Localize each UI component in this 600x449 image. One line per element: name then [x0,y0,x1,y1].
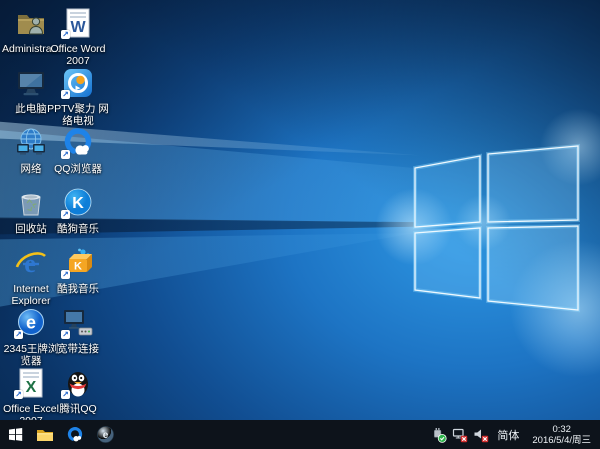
globe-e-icon: e [97,426,114,443]
system-tray: 简体 0:32 2016/5/4/周三 [430,420,600,449]
taskbar-clock[interactable]: 0:32 2016/5/4/周三 [527,424,596,446]
network-disconnected-icon[interactable] [451,426,468,443]
broadband-connection-icon: ↗ [61,306,95,340]
pptv-icon: ↗ [61,66,95,100]
network-icon [14,126,48,160]
svg-text:K: K [74,261,82,273]
clock-time: 0:32 [532,424,591,435]
kuwo-music-icon: K ↗ [61,246,95,280]
desktop-icon-label: 网络 [21,163,42,175]
shortcut-arrow-icon: ↗ [61,390,70,399]
svg-text:X: X [26,379,37,396]
desktop-icon-pptv[interactable]: ↗ PPTV聚力 网络电视 [46,66,110,127]
desktop-icon-label: 腾讯QQ [59,403,96,415]
volume-muted-icon[interactable] [472,426,489,443]
shortcut-arrow-icon: ↗ [61,90,70,99]
2345-browser-icon: e ↗ [14,306,48,340]
desktop-icon-label: PPTV聚力 网络电视 [46,103,110,127]
clock-date: 2016/5/4/周三 [532,435,591,446]
svg-text:W: W [70,19,86,36]
shortcut-arrow-icon: ↗ [14,390,23,399]
windows-logo-icon [8,427,23,442]
desktop-icon-kuwo[interactable]: K ↗ 酷我音乐 [46,246,110,295]
recycle-bin-icon [14,186,48,220]
qq-browser-icon [66,426,84,444]
tencent-qq-icon: ↗ [61,366,95,400]
desktop-icon-label: 回收站 [15,223,47,235]
office-excel-2007-icon: X ↗ [14,366,48,400]
desktop-icon-broadband[interactable]: ↗ 宽带连接 [46,306,110,355]
qq-browser-button[interactable] [60,420,90,449]
usb-safely-remove-icon[interactable] [430,426,447,443]
shortcut-arrow-icon: ↗ [61,30,70,39]
qq-browser-icon: ↗ [61,126,95,160]
shortcut-arrow-icon: ↗ [61,150,70,159]
desktop-icon-kugou[interactable]: K ↗ 酷狗音乐 [46,186,110,235]
shortcut-arrow-icon: ↗ [61,210,70,219]
ime-indicator[interactable]: 简体 [493,427,523,443]
folder-icon [36,427,54,443]
desktop-icon-office-word[interactable]: W ↗ Office Word 2007 [46,6,110,67]
desktop-icon-label: 此电脑 [15,103,47,115]
taskbar: e [0,420,600,449]
administrator-folder-icon [14,6,48,40]
browser-e-button[interactable]: e [90,420,120,449]
svg-text:e: e [26,313,36,333]
desktop-icon-label: QQ浏览器 [54,163,102,175]
shortcut-arrow-icon: ↗ [61,330,70,339]
shortcut-arrow-icon: ↗ [14,330,23,339]
desktop-icon-label: 酷狗音乐 [57,223,99,235]
desktop-icon-qq-browser[interactable]: ↗ QQ浏览器 [46,126,110,175]
file-explorer-button[interactable] [30,420,60,449]
desktop-icon-tencent-qq[interactable]: ↗ 腾讯QQ [46,366,110,415]
desktop-icon-label: 宽带连接 [57,343,99,355]
shortcut-arrow-icon: ↗ [61,270,70,279]
office-word-2007-icon: W ↗ [61,6,95,40]
svg-text:K: K [72,195,84,212]
windows-desktop: Administra... 此电脑 [0,0,600,449]
internet-explorer-icon: e [14,246,48,280]
desktop-icon-label: Office Word 2007 [46,43,110,67]
start-button[interactable] [0,420,30,449]
svg-text:e: e [102,430,108,441]
this-pc-icon [14,66,48,100]
desktop-icon-label: 酷我音乐 [57,283,99,295]
kugou-music-icon: K ↗ [61,186,95,220]
